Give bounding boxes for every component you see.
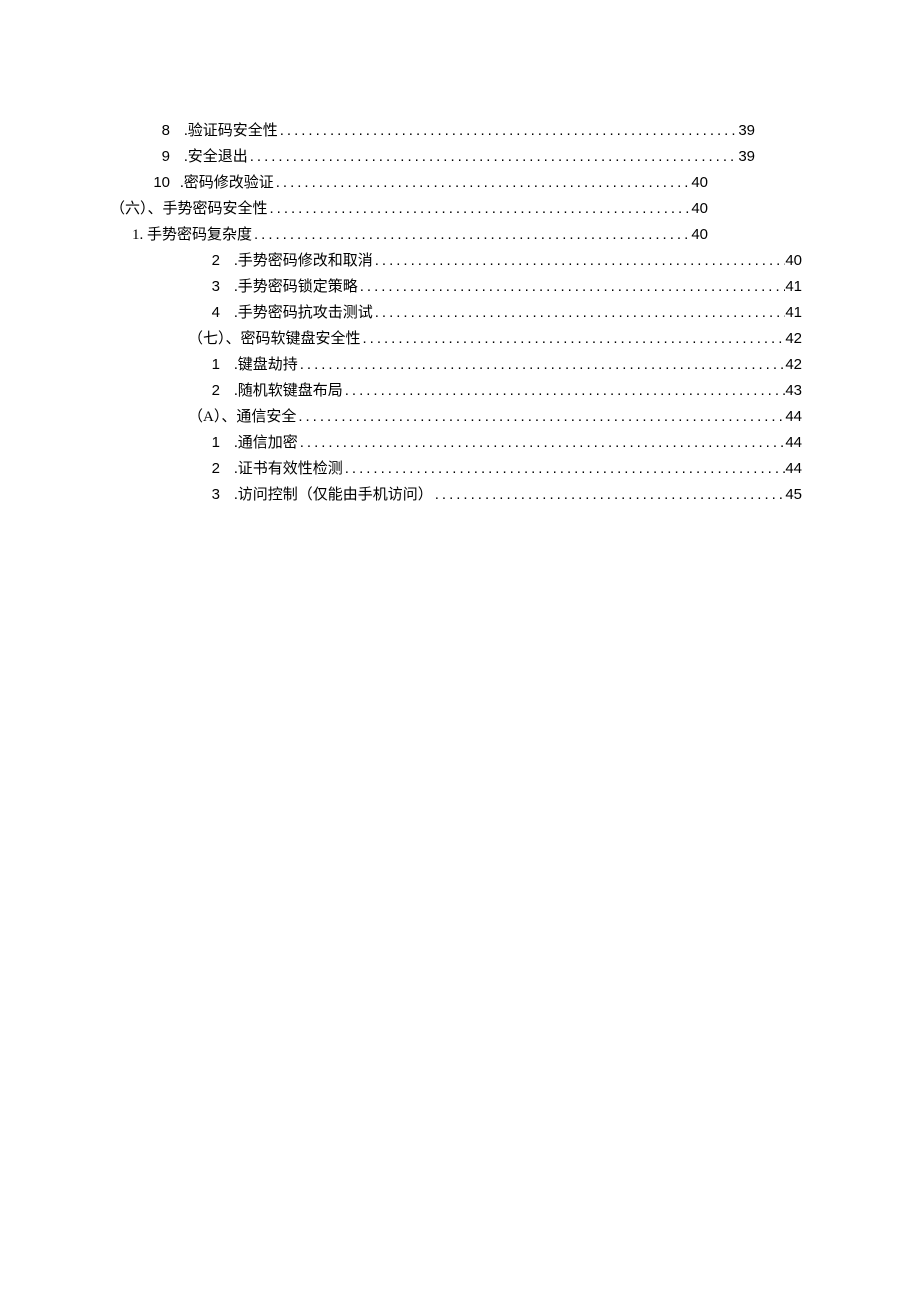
toc-entry: 3. 手势密码锁定策略 41	[110, 274, 802, 300]
toc-entry-title: 随机软键盘布局	[238, 378, 343, 404]
toc-entry-page: 39	[738, 144, 755, 170]
toc-entry-page: 41	[785, 274, 802, 300]
toc-entry-title: 通信加密	[238, 430, 298, 456]
toc-entry-title: 验证码安全性	[188, 118, 278, 144]
toc-entry-page: 41	[785, 300, 802, 326]
toc-entry: 4. 手势密码抗攻击测试 41	[110, 300, 802, 326]
toc-entry: （七）、密码软键盘安全性 42	[110, 326, 802, 352]
toc-entry-number: 1	[202, 430, 220, 456]
toc-entry-page: 45	[785, 482, 802, 508]
toc-dot-leader	[278, 118, 739, 144]
toc-entry-title: 密码修改验证	[184, 170, 274, 196]
toc-entry-page: 44	[785, 430, 802, 456]
toc-dot-leader	[274, 170, 692, 196]
toc-entry-page: 39	[738, 118, 755, 144]
toc-entry-title: 手势密码抗攻击测试	[238, 300, 373, 326]
toc-entry-number: 3	[202, 482, 220, 508]
toc-container: 8. 验证码安全性 399. 安全退出 3910.密码修改验证 40（六）、手势…	[0, 118, 920, 508]
toc-entry-title: 安全退出	[188, 144, 248, 170]
toc-entry: 10.密码修改验证 40	[110, 170, 708, 196]
toc-entry: 8. 验证码安全性 39	[110, 118, 755, 144]
toc-entry-title: （七）、密码软键盘安全性	[188, 326, 361, 352]
toc-dot-leader	[343, 456, 786, 482]
toc-entry-number: 2	[202, 456, 220, 482]
toc-entry-number: 9	[152, 144, 170, 170]
toc-entry-page: 40	[785, 248, 802, 274]
toc-entry-page: 44	[785, 456, 802, 482]
toc-entry: 9. 安全退出 39	[110, 144, 755, 170]
toc-entry: （六）、手势密码安全性 40	[110, 196, 708, 222]
toc-entry-number: 2	[202, 378, 220, 404]
toc-dot-leader	[248, 144, 739, 170]
toc-dot-leader	[373, 300, 786, 326]
toc-entry-title: 访问控制（仅能由手机访问）	[238, 482, 433, 508]
toc-dot-leader	[298, 352, 786, 378]
toc-entry: 2. 随机软键盘布局 43	[110, 378, 802, 404]
toc-entry-title: （六）、手势密码安全性	[110, 196, 268, 222]
toc-entry: 1. 通信加密 44	[110, 430, 802, 456]
toc-entry-number: 8	[152, 118, 170, 144]
toc-entry: （A）、通信安全 44	[110, 404, 802, 430]
toc-entry-page: 40	[691, 196, 708, 222]
toc-entry-title: （A）、通信安全	[188, 404, 296, 430]
toc-entry-page: 42	[785, 326, 802, 352]
toc-entry-page: 43	[785, 378, 802, 404]
toc-dot-leader	[433, 482, 786, 508]
toc-dot-leader	[373, 248, 786, 274]
toc-entry-number: 2	[202, 248, 220, 274]
toc-dot-leader	[343, 378, 786, 404]
toc-dot-leader	[358, 274, 786, 300]
toc-dot-leader	[252, 222, 691, 248]
toc-entry-title: 键盘劫持	[238, 352, 298, 378]
toc-entry-page: 44	[785, 404, 802, 430]
toc-dot-leader	[268, 196, 692, 222]
toc-entry: 1. 键盘劫持 42	[110, 352, 802, 378]
toc-entry: 2. 手势密码修改和取消 40	[110, 248, 802, 274]
toc-entry-number: 3	[202, 274, 220, 300]
toc-entry-number: 4	[202, 300, 220, 326]
toc-entry-title: 手势密码修改和取消	[238, 248, 373, 274]
toc-dot-leader	[298, 430, 786, 456]
toc-dot-leader	[361, 326, 786, 352]
toc-entry-page: 40	[691, 170, 708, 196]
toc-entry: 3. 访问控制（仅能由手机访问） 45	[110, 482, 802, 508]
toc-entry-title: 证书有效性检测	[238, 456, 343, 482]
toc-entry-page: 40	[691, 222, 708, 248]
toc-entry-number: 10	[152, 170, 170, 196]
toc-entry: 1. 手势密码复杂度 40	[110, 222, 708, 248]
toc-entry-number: 1	[202, 352, 220, 378]
toc-entry-title: 1. 手势密码复杂度	[132, 222, 252, 248]
toc-entry-page: 42	[785, 352, 802, 378]
toc-entry: 2. 证书有效性检测 44	[110, 456, 802, 482]
toc-entry-title: 手势密码锁定策略	[238, 274, 358, 300]
toc-dot-leader	[296, 404, 785, 430]
